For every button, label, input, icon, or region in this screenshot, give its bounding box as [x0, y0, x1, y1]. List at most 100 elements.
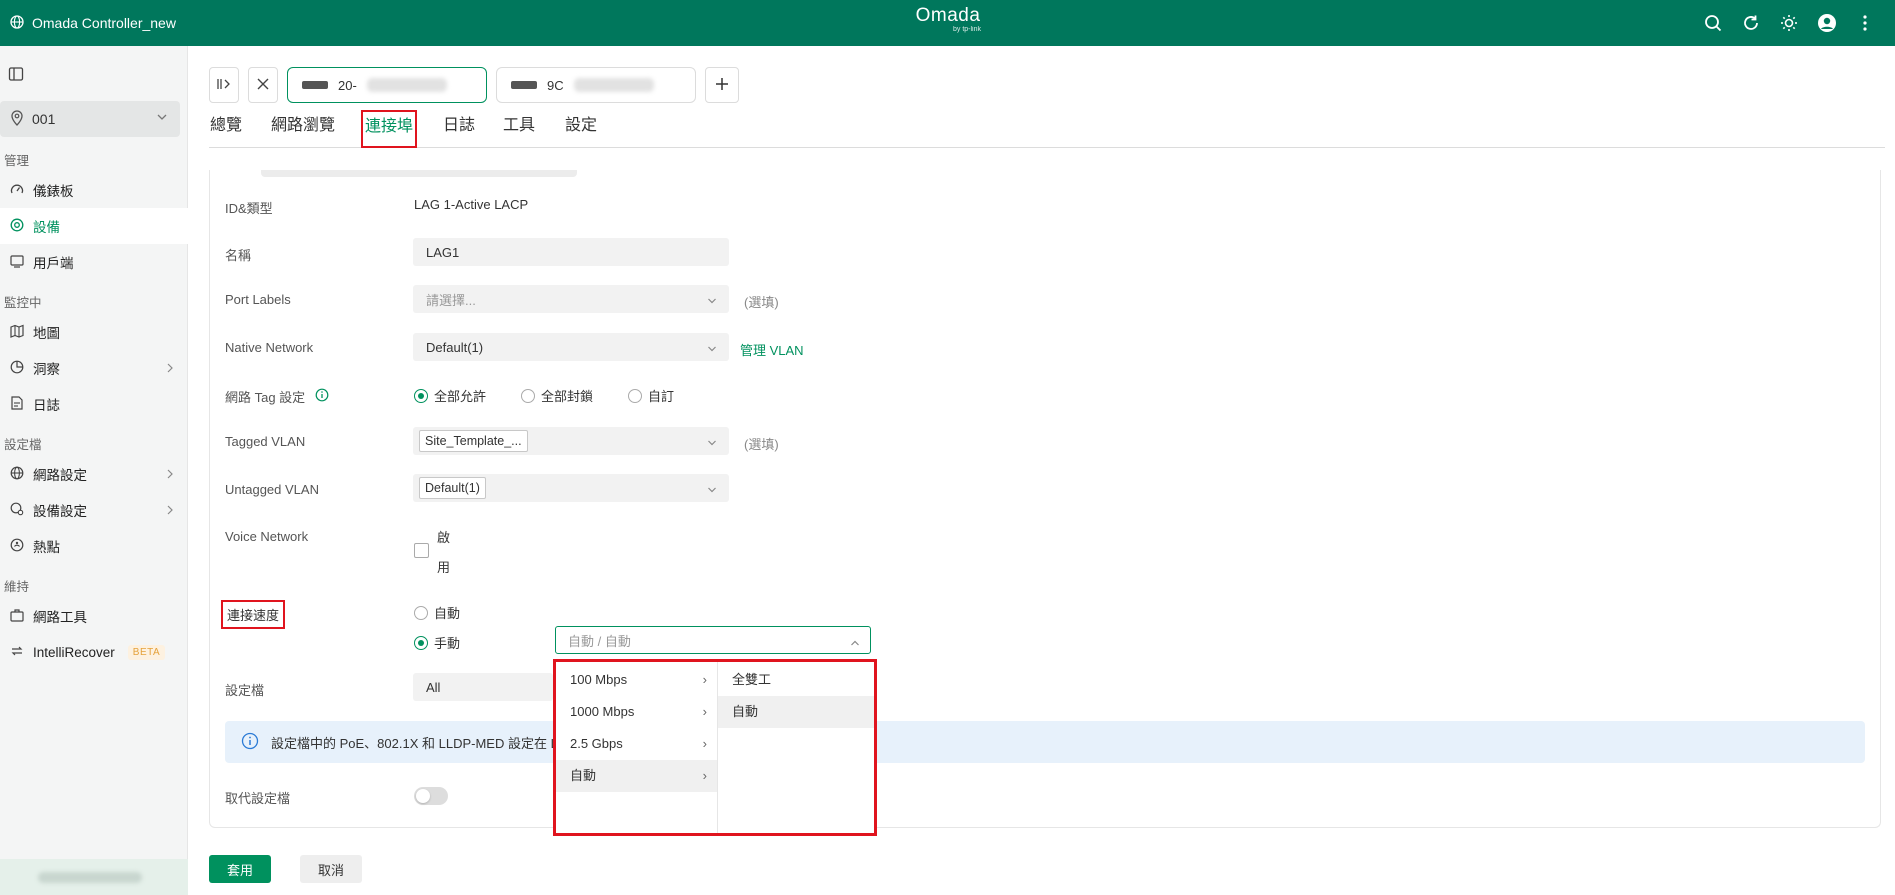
speed-option-auto[interactable]: 自動 ›	[556, 760, 717, 792]
scroll-strip	[261, 170, 577, 177]
name-field[interactable]: LAG1	[413, 238, 729, 266]
name-label: 名稱	[225, 248, 252, 263]
radio-dot[interactable]	[414, 605, 428, 620]
radio-label: 全部允許	[434, 389, 487, 404]
radio-dot[interactable]	[628, 388, 642, 403]
chevron-right-icon: ›	[702, 768, 707, 783]
untagged-vlan-select[interactable]: Default(1)	[413, 474, 729, 502]
link-speed-cascader: 100 Mbps › 1000 Mbps › 2.5 Gbps › 自動 › 全…	[553, 659, 877, 836]
avatar[interactable]	[1817, 13, 1837, 33]
hotspot-icon	[10, 538, 24, 555]
info-icon[interactable]	[315, 388, 329, 405]
chevron-right-icon	[166, 504, 174, 519]
native-network-select[interactable]: Default(1)	[413, 333, 729, 361]
voice-enable-checkbox[interactable]	[414, 543, 429, 558]
sidebar-item-label: 洞察	[33, 362, 60, 377]
radio-speed-auto[interactable]: 自動	[414, 603, 460, 622]
site-name: 001	[32, 111, 56, 127]
sun-icon[interactable]	[1779, 13, 1799, 33]
radio-custom[interactable]: 自訂	[628, 386, 674, 405]
sidebar-item-dashboard[interactable]: 儀錶板	[0, 172, 188, 208]
override-profile-toggle[interactable]	[414, 787, 448, 805]
chevron-right-icon: ›	[702, 736, 707, 751]
duplex-option-auto[interactable]: 自動	[718, 696, 874, 728]
tab-tools[interactable]: 工具	[503, 110, 535, 148]
port-labels-select[interactable]: 請選擇...	[413, 285, 729, 313]
radio-label: 自動	[434, 606, 461, 621]
speed-option-1000[interactable]: 1000 Mbps ›	[556, 696, 717, 728]
expand-panel-button[interactable]	[209, 67, 239, 103]
sidebar-item-insight[interactable]: 洞察	[0, 350, 188, 386]
sidebar: 001 管理 儀錶板 設備 用戶端 監控中 地圖 洞察 日誌 設定檔 網路設定 …	[0, 46, 188, 895]
chevron-right-icon	[166, 362, 174, 377]
sidebar-toggle-icon[interactable]	[8, 66, 24, 82]
close-panel-button[interactable]	[248, 67, 278, 103]
sidebar-item-label: 設備設定	[33, 504, 87, 519]
sidebar-item-network-settings[interactable]: 網路設定	[0, 456, 188, 492]
top-bar: Omada Controller_new Omada by tp-link	[0, 0, 1895, 46]
voice-enable-text-2: 用	[437, 560, 451, 575]
option-label: 自動	[570, 768, 597, 783]
radio-dot[interactable]	[521, 388, 535, 403]
speed-option-2500[interactable]: 2.5 Gbps ›	[556, 728, 717, 760]
plus-icon	[714, 76, 730, 95]
manage-vlan-link[interactable]: 管理 VLAN	[740, 340, 804, 359]
sidebar-item-hotspot[interactable]: 熱點	[0, 528, 188, 564]
chevron-right-icon: ›	[702, 704, 707, 719]
chevron-right-icon: ›	[702, 672, 707, 687]
sidebar-item-map[interactable]: 地圖	[0, 314, 188, 350]
radio-dot[interactable]	[414, 635, 428, 650]
device-gear-icon	[10, 502, 24, 519]
device-tab-2[interactable]: 9C	[496, 67, 696, 103]
sidebar-item-label: IntelliRecover	[33, 644, 115, 660]
device-tab-label: 20-	[338, 77, 357, 93]
toolbox-icon	[10, 608, 24, 625]
profile-select[interactable]: All	[413, 673, 553, 701]
tab-network-browse[interactable]: 網路瀏覽	[271, 110, 335, 148]
refresh-icon[interactable]	[1741, 13, 1761, 33]
tab-settings[interactable]: 設定	[565, 110, 597, 148]
add-device-tab-button[interactable]	[705, 67, 739, 103]
sidebar-item-device-settings[interactable]: 設備設定	[0, 492, 188, 528]
tagged-vlan-select[interactable]: Site_Template_...	[413, 427, 729, 455]
tab-ports[interactable]: 連接埠	[361, 110, 418, 148]
sidebar-item-logs[interactable]: 日誌	[0, 386, 188, 422]
search-icon[interactable]	[1703, 13, 1723, 33]
sidebar-item-label: 用戶端	[33, 256, 74, 271]
option-label: 1000 Mbps	[570, 704, 635, 719]
radio-dot[interactable]	[414, 388, 428, 403]
log-file-icon	[10, 395, 24, 413]
group-maintain: 維持	[4, 580, 30, 594]
sidebar-item-label: 網路工具	[33, 610, 87, 625]
site-selector[interactable]: 001	[0, 101, 180, 137]
link-speed-select[interactable]: 自動 / 自動	[555, 626, 871, 654]
duplex-option-full[interactable]: 全雙工	[718, 664, 874, 696]
speed-option-100[interactable]: 100 Mbps ›	[556, 664, 717, 696]
sidebar-item-devices[interactable]: 設備	[0, 208, 188, 244]
apply-button[interactable]: 套用	[209, 855, 271, 883]
sidebar-item-label: 日誌	[33, 398, 60, 413]
cancel-button[interactable]: 取消	[300, 855, 362, 883]
sidebar-item-intellirecover[interactable]: IntelliRecover BETA	[0, 634, 188, 670]
tab-overview[interactable]: 總覽	[210, 110, 242, 148]
more-vertical-icon[interactable]	[1855, 13, 1875, 33]
chevron-down-icon	[707, 342, 717, 357]
brand-sub: by tp-link	[952, 26, 981, 33]
voice-enable-text-1: 啟	[437, 530, 451, 545]
radio-speed-manual[interactable]: 手動	[414, 633, 460, 652]
sidebar-item-network-tools[interactable]: 網路工具	[0, 598, 188, 634]
device-tab-1[interactable]: 20-	[287, 67, 487, 103]
expand-icon	[216, 77, 232, 94]
brand-name: Omada	[915, 5, 981, 26]
chevron-down-icon	[707, 436, 717, 451]
app-title[interactable]: Omada Controller_new	[10, 0, 176, 46]
sidebar-item-clients[interactable]: 用戶端	[0, 244, 188, 280]
override-profile-label: 取代設定檔	[225, 791, 291, 806]
radio-label: 手動	[434, 636, 461, 651]
id-type-value: LAG 1-Active LACP	[414, 197, 529, 212]
option-label: 100 Mbps	[570, 672, 628, 687]
tab-logs[interactable]: 日誌	[443, 110, 475, 148]
group-config: 設定檔	[4, 438, 42, 452]
radio-allow-all[interactable]: 全部允許	[414, 386, 486, 405]
radio-block-all[interactable]: 全部封鎖	[521, 386, 593, 405]
